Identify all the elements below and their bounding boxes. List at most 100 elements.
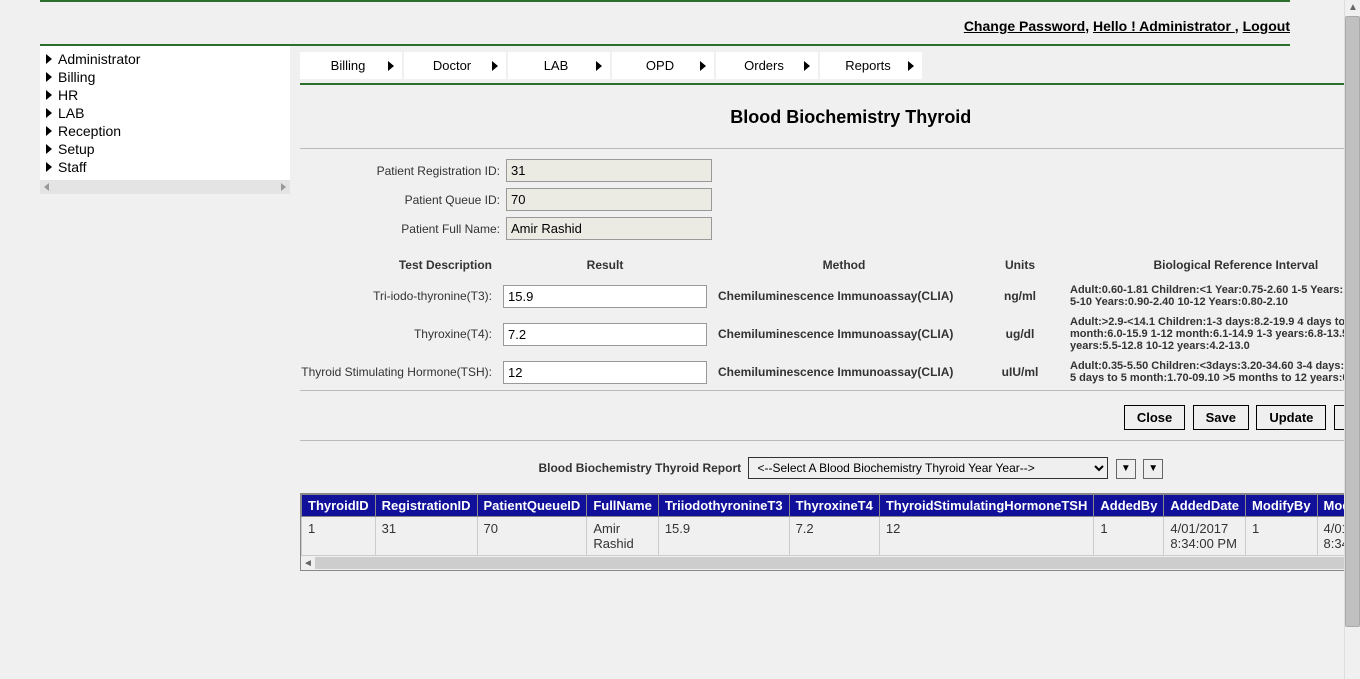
sidebar-item-lab[interactable]: LAB xyxy=(40,104,290,122)
menu-billing[interactable]: Billing xyxy=(300,52,402,79)
grid-cell: 15.9 xyxy=(658,517,789,556)
test-desc: Thyroid Stimulating Hormone(TSH): xyxy=(300,365,500,379)
arrow-right-icon xyxy=(46,126,52,136)
test-row-t3: Tri-iodo-thyronine(T3): Chemiluminescenc… xyxy=(300,280,1360,312)
grid-header[interactable]: TriiodothyronineT3 xyxy=(658,495,789,517)
patient-info-block: Patient Registration ID: Patient Queue I… xyxy=(300,151,1360,250)
tsh-result-input[interactable] xyxy=(503,361,707,384)
full-name-input[interactable] xyxy=(506,217,712,240)
content-area: Billing Doctor LAB OPD Orders Reports Bl… xyxy=(300,46,1360,571)
queue-id-input[interactable] xyxy=(506,188,712,211)
sidebar-item-administrator[interactable]: Administrator xyxy=(40,50,290,68)
test-bri: Adult:0.35-5.50 Children:<3days:3.20-34.… xyxy=(1070,360,1360,384)
divider xyxy=(300,390,1360,391)
grid-cell: 7.2 xyxy=(789,517,879,556)
sidebar-scrollbar[interactable] xyxy=(40,180,290,194)
grid-header[interactable]: AddedDate xyxy=(1164,495,1246,517)
sidebar-item-label: Setup xyxy=(58,141,95,157)
close-button[interactable]: Close xyxy=(1124,405,1185,430)
arrow-right-icon xyxy=(700,61,706,71)
sidebar-item-setup[interactable]: Setup xyxy=(40,140,290,158)
scroll-up-icon[interactable]: ▲ xyxy=(1345,0,1360,16)
save-button[interactable]: Save xyxy=(1193,405,1249,430)
sidebar-item-label: Billing xyxy=(58,69,95,85)
grid-cell: 12 xyxy=(879,517,1094,556)
sidebar-item-label: Reception xyxy=(58,123,121,139)
menu-label: Billing xyxy=(308,58,388,73)
grid-cell: 1 xyxy=(302,517,376,556)
scroll-right-icon[interactable] xyxy=(281,183,286,191)
col-bri: Biological Reference Interval xyxy=(1070,258,1360,272)
divider xyxy=(300,440,1360,441)
arrow-right-icon xyxy=(46,108,52,118)
comma: , xyxy=(1085,18,1093,34)
grid-header[interactable]: ModifyBy xyxy=(1246,495,1318,517)
grid-header[interactable]: PatientQueueID xyxy=(477,495,587,517)
full-name-label: Patient Full Name: xyxy=(300,222,506,236)
menu-label: Doctor xyxy=(412,58,492,73)
queue-id-label: Patient Queue ID: xyxy=(300,193,506,207)
grid-hscrollbar[interactable]: ◄ ► xyxy=(301,556,1360,570)
grid-header[interactable]: FullName xyxy=(587,495,659,517)
grid-header[interactable]: AddedBy xyxy=(1094,495,1164,517)
menu-opd[interactable]: OPD xyxy=(612,52,714,79)
sidebar: Administrator Billing HR LAB Reception S… xyxy=(40,46,290,571)
comma: , xyxy=(1235,18,1243,34)
results-grid: ThyroidID RegistrationID PatientQueueID … xyxy=(300,493,1360,571)
test-row-t4: Thyroxine(T4): Chemiluminescence Immunoa… xyxy=(300,312,1360,356)
sidebar-item-billing[interactable]: Billing xyxy=(40,68,290,86)
report-filter-row: Blood Biochemistry Thyroid Report <--Sel… xyxy=(300,443,1360,493)
arrow-right-icon xyxy=(46,90,52,100)
browser-scrollbar[interactable]: ▲ xyxy=(1344,0,1360,679)
menu-label: OPD xyxy=(620,58,700,73)
test-method: Chemiluminescence Immunoassay(CLIA) xyxy=(710,289,970,303)
arrow-right-icon xyxy=(908,61,914,71)
t3-result-input[interactable] xyxy=(503,285,707,308)
test-units: uIU/ml xyxy=(970,365,1070,379)
grid-data-row[interactable]: 1 31 70 Amir Rashid 15.9 7.2 12 1 4/01/2… xyxy=(302,517,1360,556)
menu-label: Orders xyxy=(724,58,804,73)
grid-header[interactable]: ThyroidStimulatingHormoneTSH xyxy=(879,495,1094,517)
menu-orders[interactable]: Orders xyxy=(716,52,818,79)
menu-lab[interactable]: LAB xyxy=(508,52,610,79)
arrow-right-icon xyxy=(804,61,810,71)
reg-id-input[interactable] xyxy=(506,159,712,182)
grid-header[interactable]: ThyroxineT4 xyxy=(789,495,879,517)
test-desc: Thyroxine(T4): xyxy=(300,327,500,341)
sidebar-item-staff[interactable]: Staff xyxy=(40,158,290,176)
scroll-thumb[interactable] xyxy=(1345,16,1360,627)
report-drop1-button[interactable]: ▼ xyxy=(1116,459,1136,479)
sidebar-item-label: HR xyxy=(58,87,78,103)
arrow-right-icon xyxy=(492,61,498,71)
report-drop2-button[interactable]: ▼ xyxy=(1143,459,1163,479)
sidebar-item-label: LAB xyxy=(58,105,84,121)
grid-header[interactable]: RegistrationID xyxy=(375,495,477,517)
arrow-right-icon xyxy=(46,144,52,154)
change-password-link[interactable]: Change Password xyxy=(964,18,1085,34)
sidebar-item-label: Staff xyxy=(58,159,87,175)
arrow-right-icon xyxy=(388,61,394,71)
scroll-track[interactable] xyxy=(315,557,1360,569)
scroll-left-icon[interactable] xyxy=(44,183,49,191)
col-desc: Test Description xyxy=(300,258,500,272)
menu-reports[interactable]: Reports xyxy=(820,52,922,79)
greeting-link[interactable]: Hello ! Administrator xyxy=(1093,18,1235,34)
grid-cell: 4/01/2017 8:34:00 PM xyxy=(1164,517,1246,556)
scroll-left-icon[interactable]: ◄ xyxy=(301,558,315,569)
update-button[interactable]: Update xyxy=(1256,405,1326,430)
logout-link[interactable]: Logout xyxy=(1243,18,1290,34)
test-desc: Tri-iodo-thyronine(T3): xyxy=(300,289,500,303)
col-method: Method xyxy=(710,258,970,272)
grid-header[interactable]: ThyroidID xyxy=(302,495,376,517)
sidebar-item-reception[interactable]: Reception xyxy=(40,122,290,140)
arrow-right-icon xyxy=(46,54,52,64)
menu-doctor[interactable]: Doctor xyxy=(404,52,506,79)
grid-cell: 70 xyxy=(477,517,587,556)
page-title: Blood Biochemistry Thyroid xyxy=(300,85,1360,146)
grid-cell: 1 xyxy=(1094,517,1164,556)
t4-result-input[interactable] xyxy=(503,323,707,346)
arrow-right-icon xyxy=(596,61,602,71)
sidebar-item-hr[interactable]: HR xyxy=(40,86,290,104)
report-year-select[interactable]: <--Select A Blood Biochemistry Thyroid Y… xyxy=(748,457,1108,479)
divider xyxy=(300,148,1360,149)
